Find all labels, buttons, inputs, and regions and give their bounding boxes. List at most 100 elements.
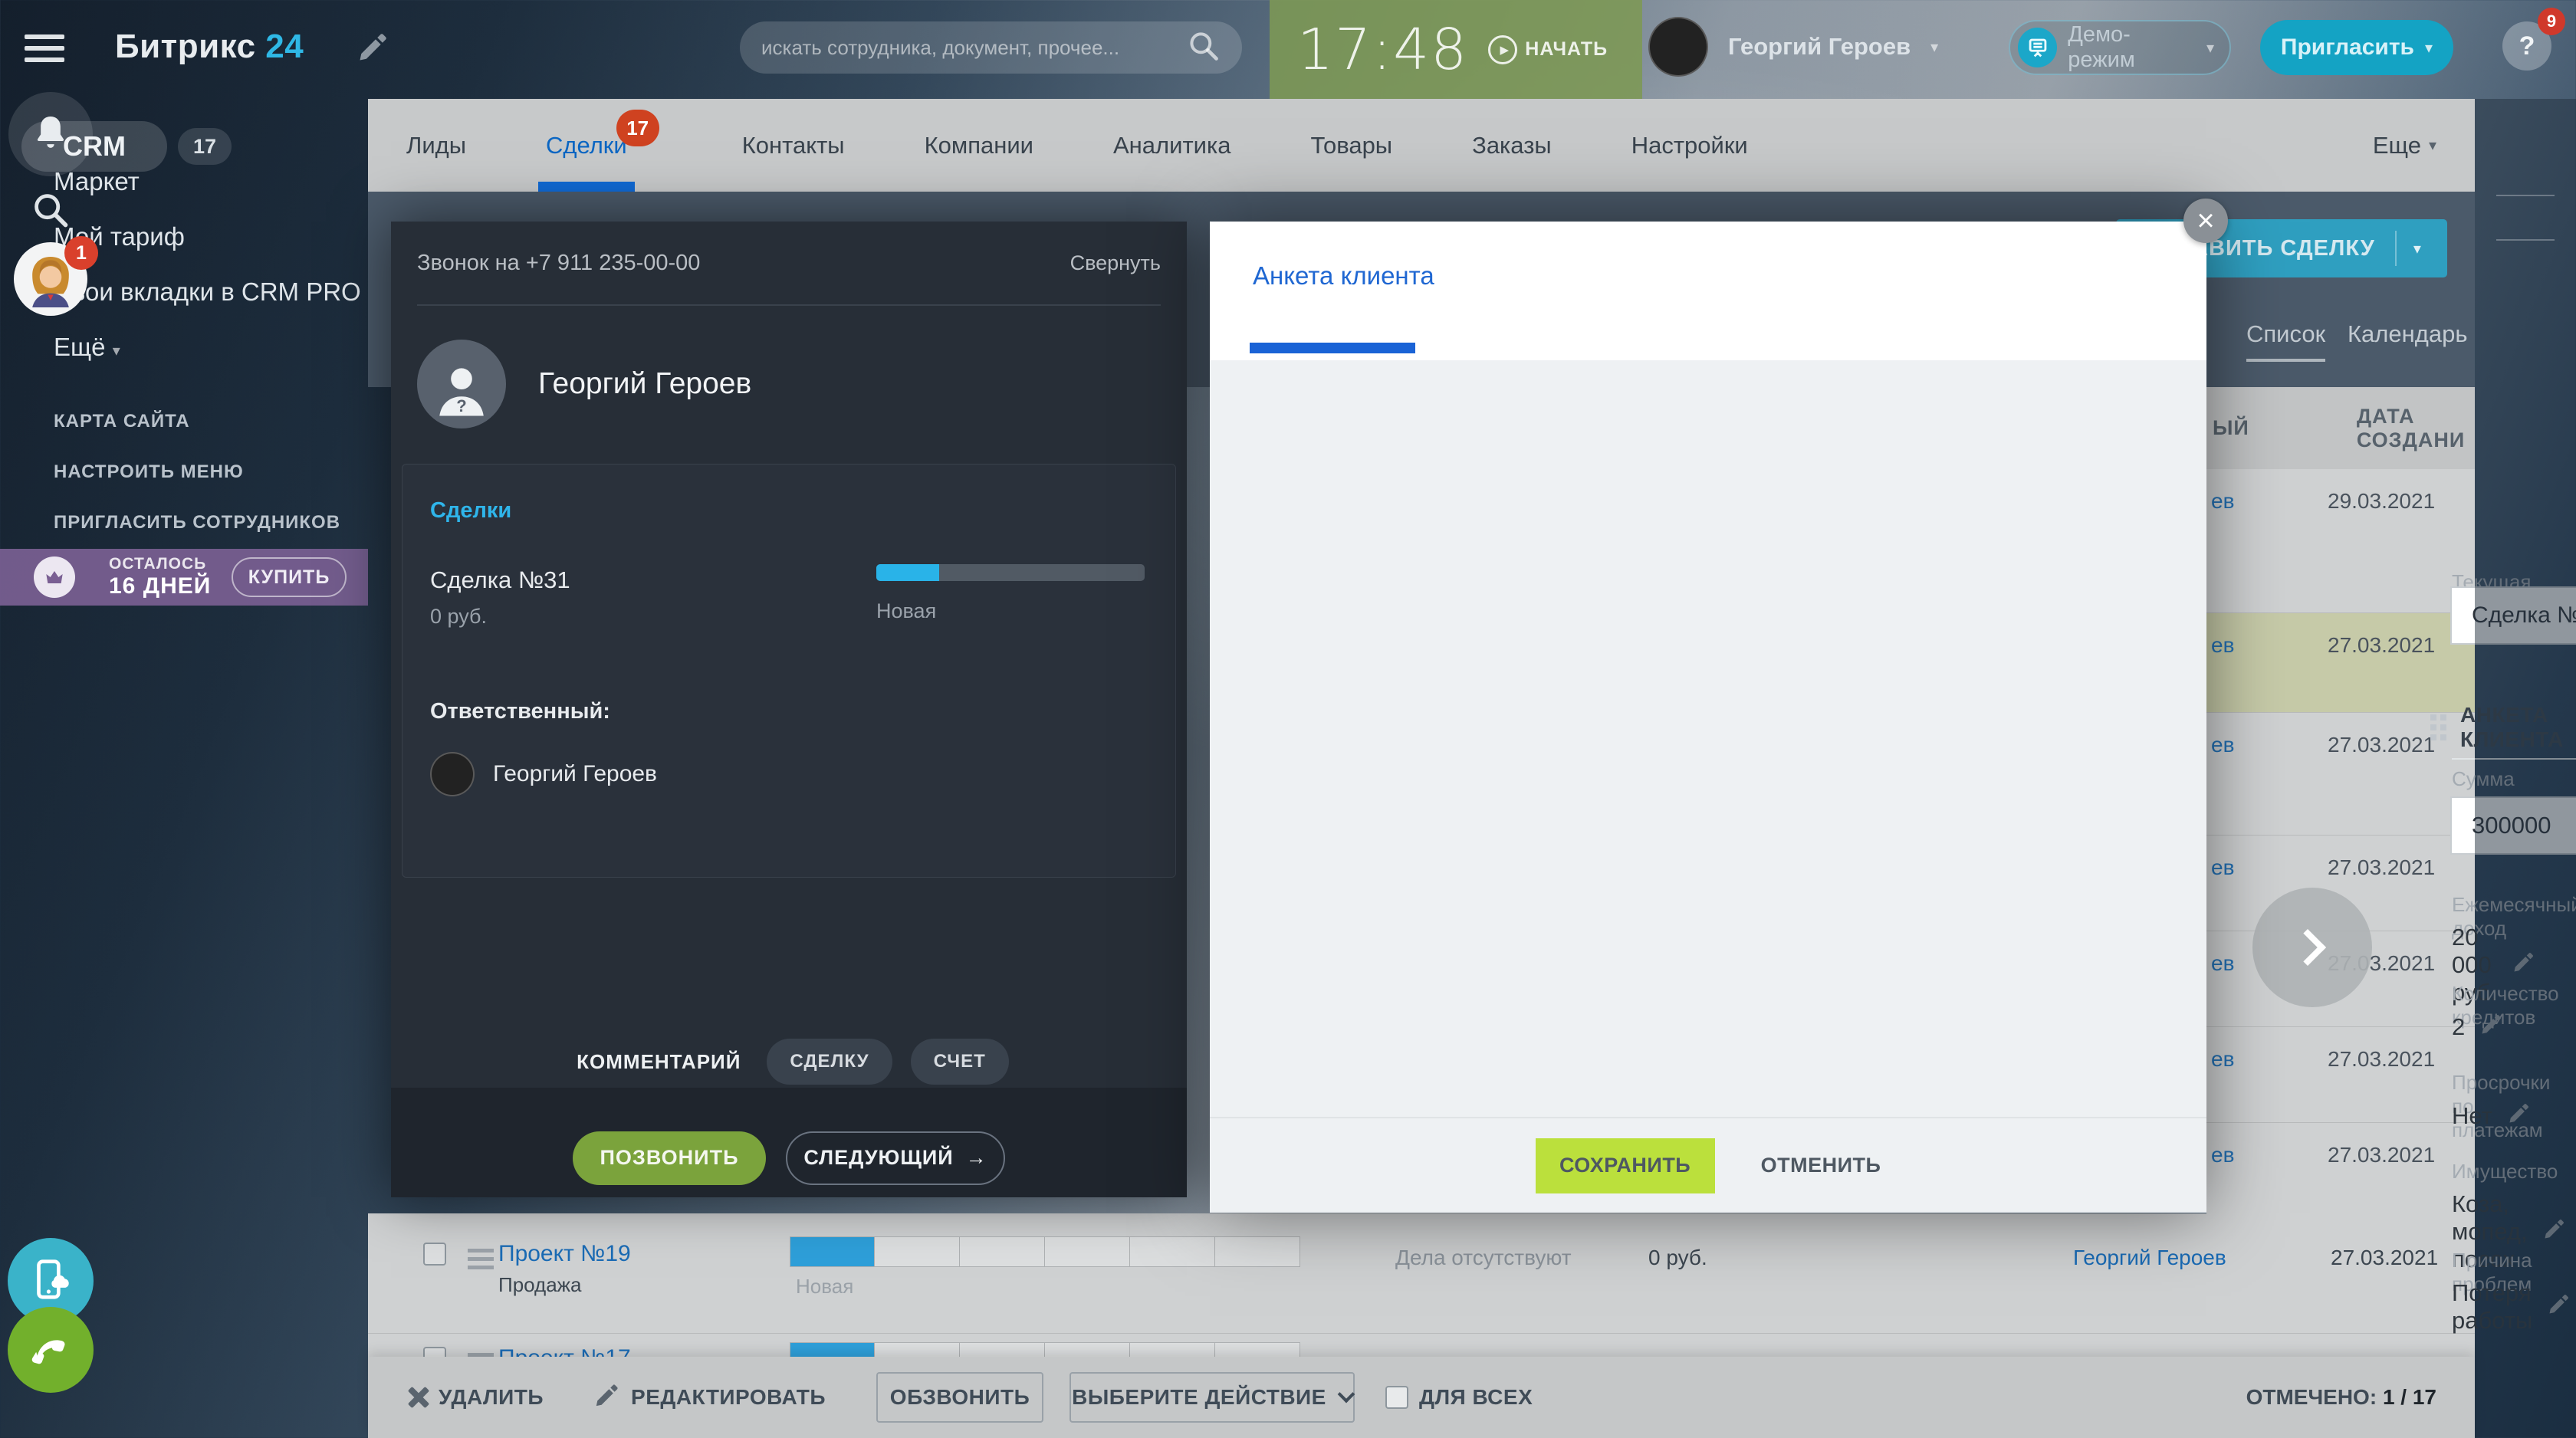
stage-label: Новая [876, 599, 1145, 623]
tab-deals[interactable]: Сделки 17 [546, 99, 627, 192]
responsible-link[interactable]: ев [2211, 489, 2234, 514]
row-menu-icon[interactable] [468, 1244, 494, 1274]
column-responsible[interactable]: ЫЙ [2213, 416, 2249, 440]
responsible-link[interactable]: ев [2211, 951, 2234, 976]
created-date: 27.03.2021 [2328, 855, 2435, 880]
tab-more[interactable]: Еще▾ [2373, 132, 2436, 159]
table-row-selected[interactable]: ев 27.03.2021 [2206, 613, 2475, 713]
invite-button[interactable]: Пригласить ▾ [2260, 20, 2453, 75]
crm-nav-bar: Лиды Сделки 17 Контакты Компании Аналити… [368, 99, 2475, 192]
table-row[interactable]: ев 27.03.2021 [2206, 1027, 2475, 1123]
timer-start-button[interactable]: ▶ НАЧАТЬ [1488, 35, 1608, 64]
tab-orders[interactable]: Заказы [1472, 99, 1552, 192]
close-icon[interactable]: × [2183, 199, 2228, 243]
chevron-down-icon: ▾ [2206, 38, 2214, 57]
created-date: 29.03.2021 [2328, 489, 2435, 514]
responsible-label: Ответственный: [430, 699, 1148, 724]
tab-contacts[interactable]: Контакты [742, 99, 845, 192]
save-button[interactable]: СОХРАНИТЬ [1536, 1138, 1715, 1193]
responsible-link[interactable]: ев [2211, 1143, 2234, 1167]
responsible-link[interactable]: ев [2211, 733, 2234, 757]
tab-products[interactable]: Товары [1310, 99, 1392, 192]
edit-button[interactable]: РЕДАКТИРОВАТЬ [594, 1382, 826, 1413]
search-rail-button[interactable] [0, 187, 101, 234]
buy-button[interactable]: КУПИТЬ [232, 557, 347, 597]
sidebar-link-sitemap[interactable]: КАРТА САЙТА [54, 411, 190, 432]
current-user-menu[interactable]: Георгий Героев ▾ [1648, 17, 1938, 77]
trial-remaining-label: ОСТАЛОСЬ [109, 555, 211, 573]
main-menu-icon[interactable] [25, 28, 64, 69]
for-all-checkbox[interactable] [1385, 1386, 1408, 1409]
work-timer[interactable]: 17:48 ▶ НАЧАТЬ [1270, 0, 1642, 99]
deals-section-title[interactable]: Сделки [430, 498, 1148, 524]
bitrix24-logo: Битрикс 24 [115, 28, 304, 66]
delete-button[interactable]: УДАЛИТЬ [406, 1385, 544, 1410]
drag-handle-icon[interactable] [2430, 714, 2446, 740]
help-badge: 9 [2538, 8, 2565, 35]
table-row[interactable]: ев 27.03.2021 [2206, 1123, 2475, 1213]
responsible-link[interactable]: ев [2211, 855, 2234, 880]
row-checkbox[interactable] [423, 1243, 446, 1266]
pencil-icon [594, 1382, 620, 1413]
deal-amount: 0 руб. [1648, 1246, 1707, 1270]
chevron-down-icon: ▾ [1930, 38, 1938, 57]
for-all-checkbox-group[interactable]: ДЛЯ ВСЕХ [1385, 1385, 1533, 1410]
arrow-right-icon: → [966, 1146, 987, 1170]
responsible-link[interactable]: Георгий Героев [2073, 1246, 2226, 1270]
call-all-button[interactable]: ОБЗВОНИТЬ [876, 1372, 1043, 1423]
right-toolbar [2475, 99, 2576, 1438]
next-button[interactable]: СЛЕДУЮЩИЙ→ [786, 1131, 1005, 1185]
messenger-badge: 1 [64, 236, 98, 270]
column-created-date[interactable]: ДАТА СОЗДАНИ [2357, 405, 2475, 452]
table-row[interactable]: Проект №19 Продажа Новая Дела отсутствую… [368, 1213, 2475, 1334]
crm-counter-badge: 17 [178, 128, 232, 165]
timer-time: 17:48 [1297, 17, 1468, 83]
assistant-button[interactable]: 1 [0, 242, 101, 316]
responsible-link[interactable]: ев [2211, 1047, 2234, 1072]
trial-days-left: 16 ДНЕЙ [109, 573, 211, 600]
search-icon[interactable] [1187, 29, 1221, 67]
stage-progress-bar[interactable] [790, 1236, 1300, 1267]
chevron-down-icon: ▾ [2413, 239, 2422, 258]
responsible-link[interactable]: ев [2211, 633, 2234, 658]
next-page-arrow[interactable] [2252, 888, 2372, 1007]
created-date: 27.03.2021 [2328, 633, 2435, 658]
collapse-button[interactable]: Свернуть [1070, 251, 1161, 275]
user-name: Георгий Героев [1728, 33, 1911, 61]
search-input[interactable] [761, 36, 1187, 60]
choose-action-select[interactable]: ВЫБЕРИТЕ ДЕЙСТВИЕ [1070, 1372, 1355, 1423]
sidebar-link-configure-menu[interactable]: НАСТРОИТЬ МЕНЮ [54, 461, 244, 483]
deal-link[interactable]: Проект №19 [498, 1241, 631, 1267]
tab-companies[interactable]: Компании [925, 99, 1033, 192]
cancel-button[interactable]: ОТМЕНИТЬ [1761, 1154, 1881, 1177]
notifications-button[interactable] [0, 92, 101, 176]
tab-leads[interactable]: Лиды [406, 99, 466, 192]
table-header: ЫЙ ДАТА СОЗДАНИ [2206, 387, 2475, 469]
user-avatar[interactable] [1648, 17, 1708, 77]
sidebar-link-invite-employees[interactable]: ПРИГЛАСИТЬ СОТРУДНИКОВ [54, 512, 340, 534]
deal-stage-progress[interactable]: Новая [876, 564, 1145, 623]
tab-comment[interactable]: КОММЕНТАРИЙ [569, 1039, 748, 1085]
search-icon [31, 190, 71, 234]
chevron-down-icon: ▾ [113, 343, 120, 360]
phone-cloud-icon [27, 1256, 74, 1307]
chevron-right-icon [2289, 929, 2326, 966]
tab-client-form[interactable]: Анкета клиента [1253, 261, 1434, 291]
view-tab-list[interactable]: Список [2246, 320, 2325, 348]
tab-create-invoice[interactable]: СЧЕТ [911, 1039, 1009, 1085]
view-tab-calendar[interactable]: Календарь [2348, 320, 2467, 348]
stage-label: Новая [796, 1275, 853, 1298]
delete-icon [406, 1387, 428, 1408]
tab-create-deal[interactable]: СДЕЛКУ [767, 1039, 892, 1085]
global-search[interactable] [740, 21, 1242, 74]
tab-analytics[interactable]: Аналитика [1113, 99, 1230, 192]
tab-settings[interactable]: Настройки [1631, 99, 1748, 192]
demo-mode-button[interactable]: Демо-режим ▾ [2009, 20, 2231, 75]
call-button[interactable]: ПОЗВОНИТЬ [573, 1131, 766, 1185]
call-panel: Звонок на +7 911 235-00-00 Свернуть ? Ге… [391, 222, 1187, 1197]
edit-title-icon[interactable] [357, 31, 389, 67]
table-row[interactable]: ев 29.03.2021 [2206, 469, 2475, 613]
sidebar-item-more[interactable]: Ещё ▾ [54, 333, 120, 362]
created-date: 27.03.2021 [2331, 1246, 2438, 1270]
telephony-button[interactable] [0, 1307, 101, 1393]
